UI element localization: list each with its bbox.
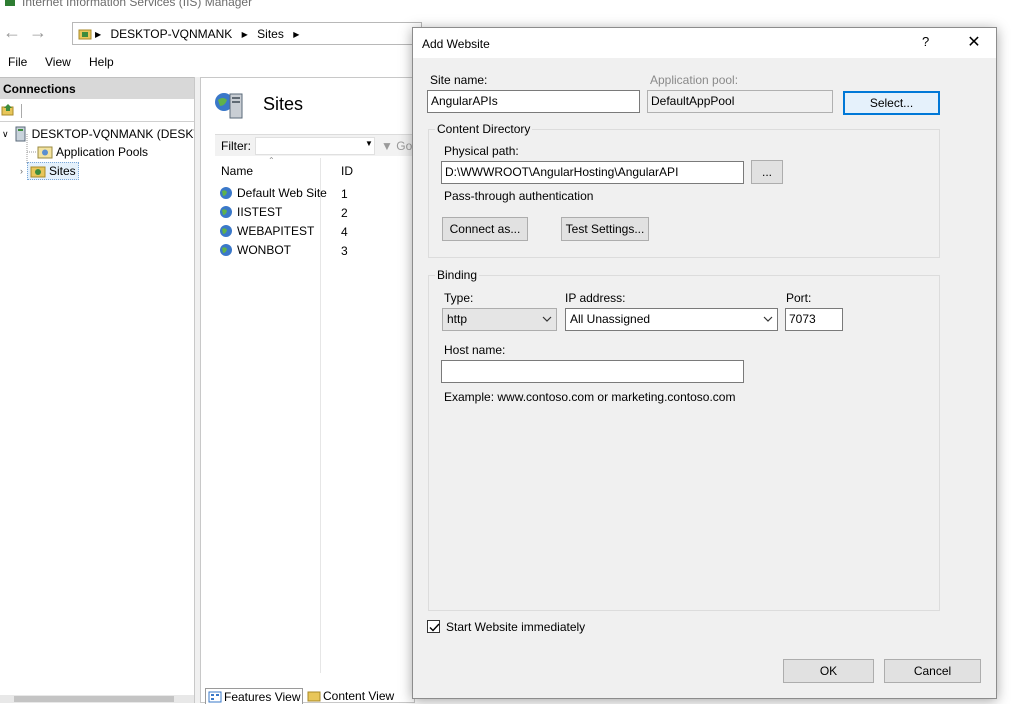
- dialog-title: Add Website: [422, 37, 490, 51]
- type-select[interactable]: http: [442, 308, 557, 331]
- table-row[interactable]: WONBOT: [219, 241, 291, 259]
- connect-icon[interactable]: [1, 103, 15, 117]
- connections-tree: ∨ DESKTOP-VQNMANK (DESKTO Application Po…: [0, 122, 210, 692]
- checkmark-icon: [429, 623, 440, 632]
- menu-file[interactable]: File: [8, 55, 27, 69]
- server-folder-icon: [78, 29, 92, 40]
- menu-view[interactable]: View: [45, 55, 71, 69]
- window-titlebar: Internet Information Services (IIS) Mana…: [0, 0, 1011, 14]
- table-row[interactable]: WEBAPITEST: [219, 222, 314, 240]
- menu-bar: File View Help: [0, 52, 420, 74]
- host-name-input[interactable]: [441, 360, 744, 383]
- port-label: Port:: [786, 291, 812, 305]
- binding-title: Binding: [435, 268, 480, 282]
- column-header-name[interactable]: Name: [221, 164, 253, 178]
- globe-icon: [220, 187, 232, 199]
- tab-content-view[interactable]: Content View: [307, 688, 394, 704]
- address-bar[interactable]: ▶ DESKTOP-VQNMANK ▶ Sites ▶: [72, 22, 422, 45]
- application-pools-icon: [37, 146, 53, 159]
- connections-scrollbar[interactable]: [0, 695, 194, 703]
- site-id: 4: [341, 225, 348, 239]
- chevron-right-icon[interactable]: ›: [20, 166, 23, 176]
- chevron-right-icon: ▶: [293, 30, 300, 39]
- sites-globe-server-icon: [215, 93, 243, 119]
- port-input[interactable]: 7073: [785, 308, 843, 331]
- globe-icon: [220, 225, 232, 237]
- site-id: 3: [341, 244, 348, 258]
- connections-header: Connections: [0, 77, 194, 99]
- help-icon[interactable]: ?: [922, 34, 929, 49]
- filter-go-button[interactable]: ▼ Go: [381, 139, 412, 153]
- host-name-label: Host name:: [444, 343, 506, 357]
- sort-ascending-icon: ⌃: [268, 156, 275, 165]
- physical-path-input[interactable]: D:\WWWROOT\AngularHosting\AngularAPI: [441, 161, 744, 184]
- test-settings-button[interactable]: Test Settings...: [561, 217, 649, 241]
- chevron-down-icon: [542, 316, 552, 322]
- chevron-down-icon: [763, 316, 773, 322]
- menu-help[interactable]: Help: [89, 55, 114, 69]
- chevron-down-icon[interactable]: ▼: [365, 139, 373, 148]
- physical-path-label: Physical path:: [444, 144, 519, 158]
- select-button[interactable]: Select...: [843, 91, 940, 115]
- host-name-example: Example: www.contoso.com or marketing.co…: [444, 390, 736, 404]
- iis-app-icon: [5, 0, 15, 6]
- site-id: 1: [341, 187, 348, 201]
- toolbar-separator: [21, 104, 22, 118]
- type-label: Type:: [444, 291, 474, 305]
- app-pool-label: Application pool:: [650, 73, 739, 87]
- close-icon[interactable]: ✕: [964, 32, 984, 52]
- filter-bar: Filter: ▼ ▼ Go: [215, 134, 415, 156]
- content-directory-title: Content Directory: [435, 122, 533, 136]
- tree-node-app-pools[interactable]: Application Pools: [37, 144, 148, 160]
- features-view-icon: [208, 691, 222, 702]
- table-row[interactable]: IISTEST: [219, 203, 282, 221]
- ok-button[interactable]: OK: [783, 659, 874, 683]
- scrollbar-thumb[interactable]: [14, 696, 174, 702]
- chevron-right-icon: ▶: [95, 30, 102, 39]
- column-separator[interactable]: [320, 158, 321, 673]
- start-immediately-checkbox[interactable]: [427, 620, 440, 633]
- connections-toolbar: [0, 100, 194, 122]
- page-title: Sites: [263, 94, 304, 114]
- add-website-dialog: Add Website ? ✕ Site name: AngularAPIs A…: [412, 27, 997, 699]
- filter-input[interactable]: [255, 137, 375, 155]
- chevron-down-icon[interactable]: ∨: [2, 129, 9, 140]
- passthrough-auth-label: Pass-through authentication: [444, 189, 594, 203]
- breadcrumb-sites[interactable]: Sites: [257, 27, 284, 41]
- tree-lines: [26, 134, 37, 164]
- window-title: Internet Information Services (IIS) Mana…: [22, 0, 253, 9]
- connect-as-button[interactable]: Connect as...: [442, 217, 528, 241]
- view-tabs: Features View Content View: [205, 688, 420, 704]
- sites-panel: Sites Filter: ▼ ▼ Go ⌃ Name ID Default W…: [200, 77, 415, 704]
- forward-arrow-icon[interactable]: →: [28, 23, 48, 42]
- filter-label: Filter:: [221, 139, 251, 153]
- start-immediately-label[interactable]: Start Website immediately: [446, 620, 585, 634]
- globe-icon: [220, 244, 232, 256]
- table-row[interactable]: Default Web Site: [219, 184, 327, 202]
- browse-button[interactable]: ...: [751, 160, 783, 184]
- tab-features-view[interactable]: Features View: [205, 688, 304, 704]
- site-name-label: Site name:: [430, 73, 488, 87]
- breadcrumb-server[interactable]: DESKTOP-VQNMANK: [111, 27, 233, 41]
- app-pool-field: DefaultAppPool: [647, 90, 833, 113]
- chevron-right-icon: ▶: [241, 30, 248, 39]
- cancel-button[interactable]: Cancel: [884, 659, 981, 683]
- dialog-titlebar: Add Website ? ✕: [413, 28, 996, 58]
- site-name-input[interactable]: AngularAPIs: [427, 90, 640, 113]
- site-id: 2: [341, 206, 348, 220]
- content-view-icon: [307, 691, 321, 702]
- globe-icon: [220, 206, 232, 218]
- column-header-id[interactable]: ID: [341, 164, 353, 178]
- back-arrow-icon[interactable]: ←: [2, 23, 22, 42]
- ip-address-select[interactable]: All Unassigned: [565, 308, 778, 331]
- funnel-icon: ▼: [381, 139, 393, 153]
- ip-address-label: IP address:: [565, 291, 626, 305]
